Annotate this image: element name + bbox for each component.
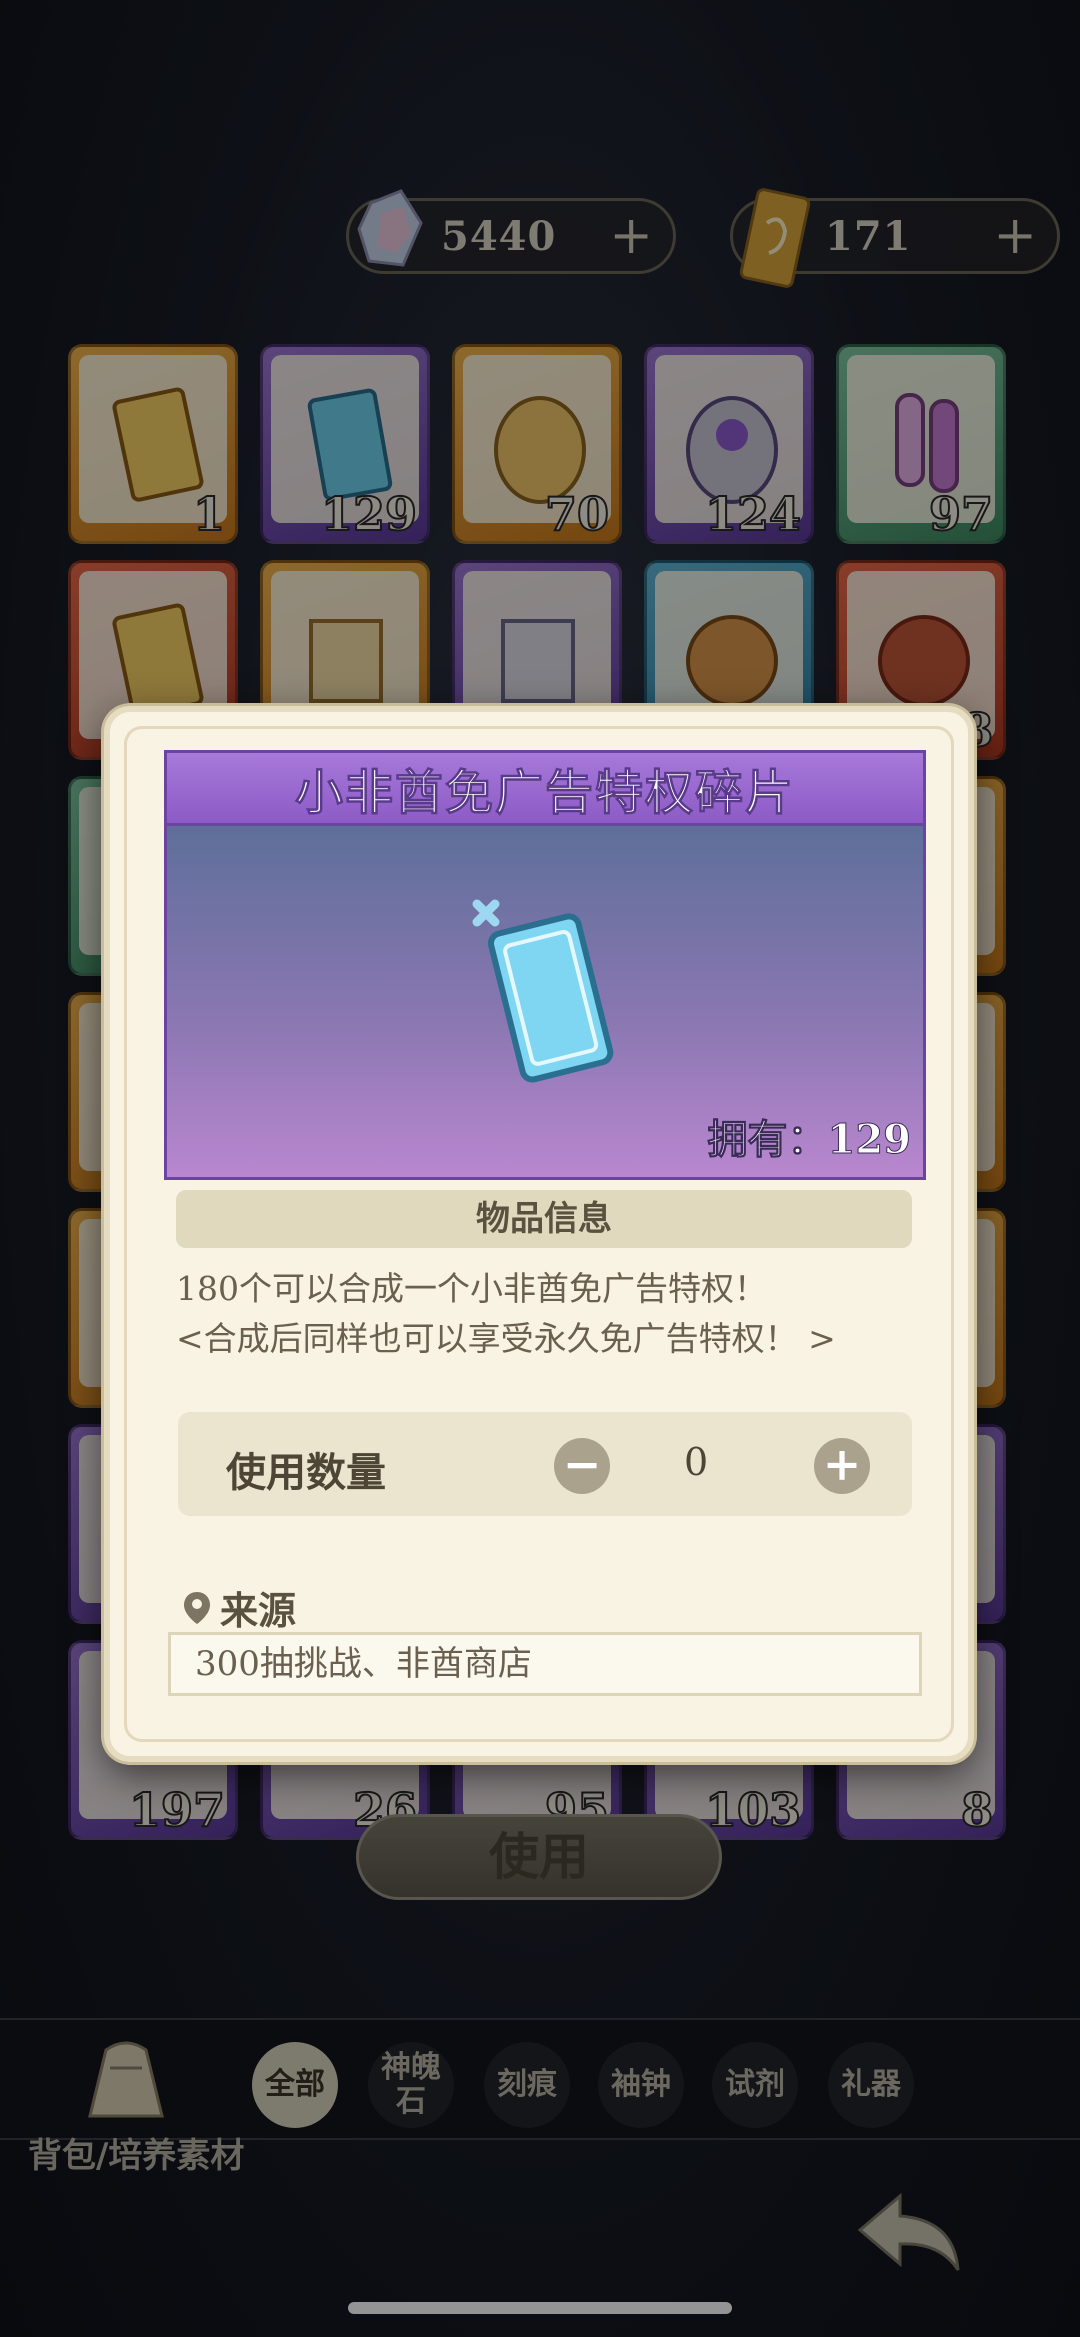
quantity-value[interactable]: 0: [684, 1440, 708, 1484]
owned-count: 拥有：129: [707, 1116, 911, 1164]
decrease-button[interactable]: −: [554, 1438, 610, 1494]
modal-title-bar: 小非酋免广告特权碎片: [164, 750, 926, 826]
source-header: 来源: [182, 1580, 296, 1635]
quantity-stepper: 使用数量 − 0 +: [178, 1412, 912, 1516]
ad-fragment-ticket-icon: [472, 899, 614, 1083]
quantity-label: 使用数量: [226, 1449, 386, 1496]
increase-button[interactable]: +: [814, 1438, 870, 1494]
item-description: 180个可以合成一个小非酋免广告特权！ <合成后同样也可以享受永久免广告特权！ …: [176, 1264, 836, 1364]
source-label: 来源: [220, 1588, 297, 1633]
description-line: 180个可以合成一个小非酋免广告特权！: [176, 1269, 767, 1308]
modal-title: 小非酋免广告特权碎片: [294, 765, 795, 822]
item-info-header: 物品信息: [176, 1190, 912, 1248]
item-showcase: 拥有：129: [164, 826, 926, 1180]
item-detail-modal: 小非酋免广告特权碎片 拥有：129 物品信息 180个可以合成一个小非酋免广告特…: [104, 706, 974, 1762]
location-pin-icon: [184, 1591, 210, 1624]
description-line: <合成后同样也可以享受永久免广告特权！ >: [176, 1319, 836, 1358]
source-value: 300抽挑战、非酋商店: [168, 1632, 922, 1696]
